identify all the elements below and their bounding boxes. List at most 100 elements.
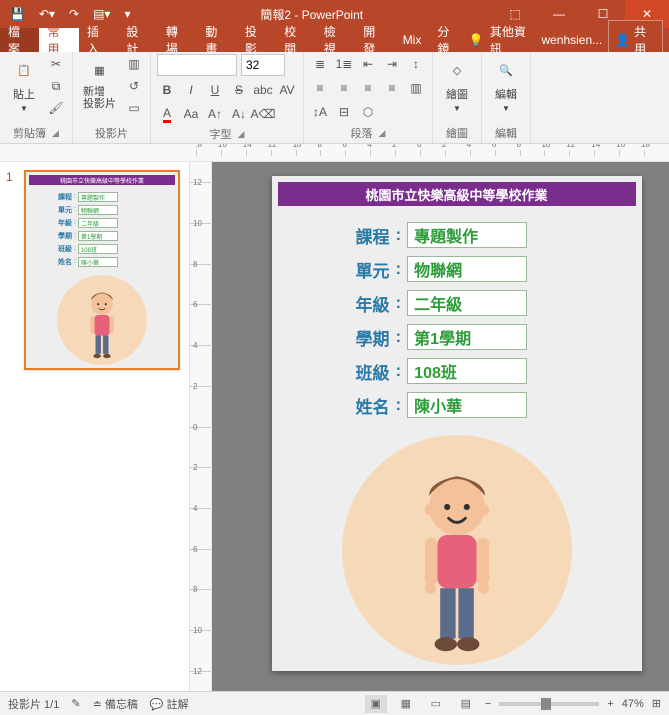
ribbon-tabs: 檔案 常用 插入 設計 轉場 動畫 投影 校閱 檢視 開發 Mix 分鏡 💡 其… xyxy=(0,28,669,52)
grow-font-icon[interactable]: A↑ xyxy=(205,104,225,124)
new-slide-button[interactable]: ▦ 新增 投影片 xyxy=(79,54,120,112)
shrink-font-icon[interactable]: A↓ xyxy=(229,104,249,124)
tab-developer[interactable]: 開發 xyxy=(355,28,394,52)
cut-icon[interactable]: ✂ xyxy=(46,54,66,74)
slideshow-view-icon[interactable]: ▤ xyxy=(455,695,477,713)
tab-mix[interactable]: Mix xyxy=(395,28,430,52)
slide[interactable]: 桃園市立快樂高級中等學校作業 課程:專題製作單元:物聯網年級:二年級學期:第1學… xyxy=(272,176,642,671)
fit-to-window-icon[interactable]: ⊞ xyxy=(652,697,661,710)
reset-icon[interactable]: ↺ xyxy=(124,76,144,96)
zoom-level[interactable]: 47% xyxy=(622,698,644,710)
paragraph-dialog-launcher-icon[interactable]: ◢ xyxy=(379,128,386,139)
shadow-button[interactable]: abc xyxy=(253,80,273,100)
window-title: 簡報2 - PowerPoint xyxy=(131,6,494,23)
line-spacing-icon[interactable]: ↕ xyxy=(406,54,426,74)
tab-insert[interactable]: 插入 xyxy=(79,28,118,52)
align-text-icon[interactable]: ⊟ xyxy=(334,102,354,122)
slide-indicator[interactable]: 投影片 1/1 xyxy=(8,696,59,712)
zoom-slider[interactable] xyxy=(499,702,599,706)
sorter-view-icon[interactable]: ▦ xyxy=(395,695,417,713)
info-colon: : xyxy=(390,395,408,415)
normal-view-icon[interactable]: ▣ xyxy=(365,695,387,713)
tab-animations[interactable]: 動畫 xyxy=(197,28,236,52)
zoom-in-icon[interactable]: + xyxy=(607,698,613,710)
format-painter-icon[interactable]: 🖌 xyxy=(46,98,66,118)
notes-label: 備忘稿 xyxy=(105,699,138,711)
spell-check-icon[interactable]: ✎ xyxy=(71,697,80,710)
info-value: 專題製作 xyxy=(407,222,527,248)
info-label: 年級 xyxy=(334,291,390,316)
strikethrough-button[interactable]: S xyxy=(229,80,249,100)
italic-button[interactable]: I xyxy=(181,80,201,100)
layout-icon[interactable]: ▥ xyxy=(124,54,144,74)
char-spacing-icon[interactable]: AV xyxy=(277,80,297,100)
indent-decrease-icon[interactable]: ⇤ xyxy=(358,54,378,74)
group-drawing: ◇ 繪圖 ▼ 繪圖 xyxy=(433,52,482,143)
justify-icon[interactable]: ≡ xyxy=(382,78,402,98)
tellme-icon[interactable]: 💡 xyxy=(469,33,484,47)
editing-button[interactable]: 🔍 編輯 ▼ xyxy=(488,54,524,115)
change-case-icon[interactable]: Aa xyxy=(181,104,201,124)
tab-transitions[interactable]: 轉場 xyxy=(158,28,197,52)
tab-slideshow[interactable]: 投影 xyxy=(237,28,276,52)
text-direction-icon[interactable]: ↕A xyxy=(310,102,330,122)
slide-thumbnail[interactable]: 桃園市立快樂高級中等學校作業 課程:專題製作單元:物聯網年級:二年級學期:第1學… xyxy=(24,170,180,370)
clipboard-group-label: 剪貼簿 xyxy=(13,125,46,141)
align-center-icon[interactable]: ≡ xyxy=(334,78,354,98)
clipboard-dialog-launcher-icon[interactable]: ◢ xyxy=(52,128,59,139)
align-right-icon[interactable]: ≡ xyxy=(358,78,378,98)
undo-icon[interactable]: ↶▾ xyxy=(39,7,55,21)
zoom-thumb[interactable] xyxy=(541,698,551,710)
align-left-icon[interactable]: ≡ xyxy=(310,78,330,98)
columns-icon[interactable]: ▥ xyxy=(406,78,426,98)
font-size-select[interactable] xyxy=(241,54,285,76)
save-icon[interactable]: 💾 xyxy=(10,7,25,21)
thumb-boy-icon xyxy=(75,288,129,364)
tab-design[interactable]: 設計 xyxy=(118,28,157,52)
underline-button[interactable]: U xyxy=(205,80,225,100)
chevron-down-icon: ▼ xyxy=(20,104,28,113)
slide-canvas[interactable]: 桃園市立快樂高級中等學校作業 課程:專題製作單元:物聯網年級:二年級學期:第1學… xyxy=(212,162,669,691)
start-from-beginning-icon[interactable]: ▤▾ xyxy=(93,7,110,21)
new-slide-icon: ▦ xyxy=(86,56,114,84)
tab-review[interactable]: 校閱 xyxy=(276,28,315,52)
redo-icon[interactable]: ↷ xyxy=(69,7,79,21)
info-colon: : xyxy=(390,293,408,313)
info-value: 二年級 xyxy=(407,290,527,316)
minimize-icon[interactable]: — xyxy=(537,0,581,28)
tab-addin[interactable]: 分鏡 xyxy=(429,28,468,52)
tab-view[interactable]: 檢視 xyxy=(316,28,355,52)
drawing-button[interactable]: ◇ 繪圖 ▼ xyxy=(439,54,475,115)
thumb-title: 桃園市立快樂高級中等學校作業 xyxy=(29,175,175,185)
comments-button[interactable]: 💬 註解 xyxy=(150,696,189,712)
bullets-icon[interactable]: ≣ xyxy=(310,54,330,74)
tab-home[interactable]: 常用 xyxy=(39,28,78,52)
font-family-select[interactable] xyxy=(157,54,237,76)
thumbnail-pane: 1 桃園市立快樂高級中等學校作業 課程:專題製作單元:物聯網年級:二年級學期:第… xyxy=(0,162,190,691)
paste-button[interactable]: 📋 貼上 ▼ xyxy=(6,54,42,115)
paste-icon: 📋 xyxy=(10,56,38,84)
numbering-icon[interactable]: 1≣ xyxy=(334,54,354,74)
tab-file[interactable]: 檔案 xyxy=(0,28,39,52)
zoom-out-icon[interactable]: − xyxy=(485,698,491,710)
vertical-ruler: 12108642024681012 xyxy=(190,162,212,691)
info-row: 年級:二年級 xyxy=(334,286,528,320)
notes-button[interactable]: ≐ 備忘稿 xyxy=(93,696,138,712)
paragraph-group-label: 段落 xyxy=(351,125,373,141)
font-dialog-launcher-icon[interactable]: ◢ xyxy=(238,129,245,140)
copy-icon[interactable]: ⧉ xyxy=(46,76,66,96)
indent-increase-icon[interactable]: ⇥ xyxy=(382,54,402,74)
reading-view-icon[interactable]: ▭ xyxy=(425,695,447,713)
info-colon: : xyxy=(390,361,408,381)
group-clipboard: 📋 貼上 ▼ ✂ ⧉ 🖌 剪貼簿 ◢ xyxy=(0,52,73,143)
clear-format-icon[interactable]: A⌫ xyxy=(253,104,273,124)
ribbon: 📋 貼上 ▼ ✂ ⧉ 🖌 剪貼簿 ◢ ▦ 新增 投影片 ▥ ↺ ▭ xyxy=(0,52,669,144)
user-label[interactable]: wenhsien... xyxy=(541,33,602,47)
section-icon[interactable]: ▭ xyxy=(124,98,144,118)
shapes-icon: ◇ xyxy=(443,56,471,84)
horizontal-ruler: 18161412108642024681012141618 xyxy=(196,144,669,161)
font-color-icon[interactable]: A xyxy=(157,104,177,124)
info-value: 108班 xyxy=(407,358,527,384)
smartart-icon[interactable]: ⬡ xyxy=(358,102,378,122)
bold-button[interactable]: B xyxy=(157,80,177,100)
